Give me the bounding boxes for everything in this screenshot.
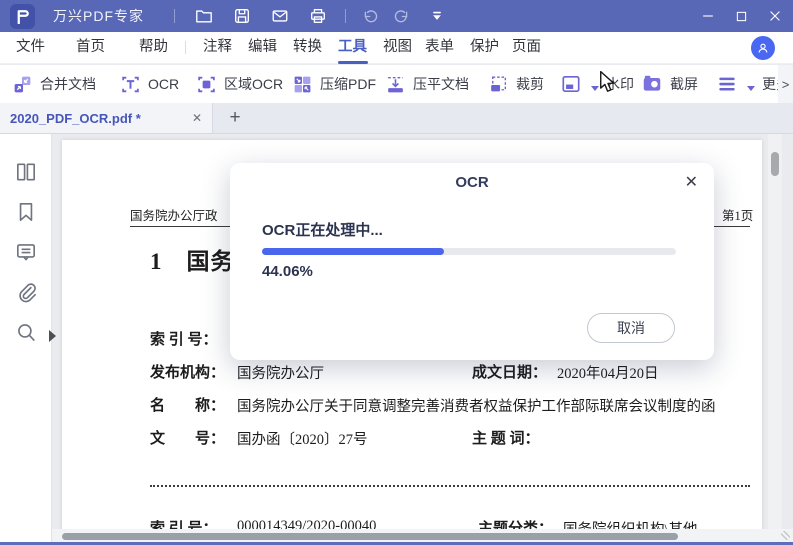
field-docnum-label: 文 号：	[150, 431, 226, 447]
horizontal-scrollbar[interactable]	[52, 529, 793, 543]
field-date-value: 2020年04月20日	[557, 366, 659, 382]
save-icon[interactable]	[233, 7, 251, 25]
merge-icon	[14, 76, 31, 92]
menubar: 文件 首页 帮助 注释 编辑 转换 工具 视图 表单 保护 页面	[0, 32, 793, 64]
cancel-button[interactable]: 取消	[587, 313, 675, 343]
menu-view[interactable]: 视图	[383, 32, 412, 64]
ocr-progress-fill	[262, 248, 445, 255]
overflow-chevron-icon: >	[781, 76, 790, 92]
menu-help[interactable]: 帮助	[139, 32, 168, 64]
field-name-value: 国务院办公厅关于同意调整完善消费者权益保护工作部际联席会议制度的函	[237, 399, 716, 415]
flatten-icon	[388, 76, 403, 92]
tools-toolbar: 合并文档 OCR 区域OCR 压缩PDF 压平文档 裁剪 水印 截屏 更多 >	[0, 65, 793, 103]
dialog-title: OCR	[455, 174, 489, 191]
crop-icon	[491, 75, 507, 91]
field-name-label: 名 称：	[150, 398, 226, 414]
ocr-icon	[122, 76, 139, 92]
watermark-button[interactable]: 水印	[560, 65, 634, 103]
titlebar-divider	[174, 9, 175, 23]
sidebar-expand-handle[interactable]	[49, 330, 56, 342]
account-avatar[interactable]	[751, 36, 775, 60]
menu-protect[interactable]: 保护	[470, 32, 499, 64]
tab-close-icon[interactable]: ✕	[192, 111, 202, 125]
bookmarks-icon[interactable]	[14, 200, 38, 224]
compress-icon	[294, 76, 311, 92]
titlebar-divider	[345, 9, 346, 23]
app-window: 万兴PDF专家 文件 首页 帮助 注释 编辑 转换 工具 视图 表单 保护 页面…	[0, 0, 793, 545]
customize-toolbar-icon[interactable]	[430, 9, 444, 23]
comments-icon[interactable]	[14, 240, 38, 264]
menu-divider	[185, 41, 186, 54]
dotted-separator	[150, 485, 750, 487]
crop-button[interactable]: 裁剪	[488, 65, 544, 103]
menu-home[interactable]: 首页	[76, 32, 105, 64]
mouse-cursor	[599, 70, 618, 98]
document-tab[interactable]: 2020_PDF_OCR.pdf * ✕	[0, 103, 213, 133]
merge-files-button[interactable]: 合并文档	[12, 65, 96, 103]
app-title: 万兴PDF专家	[53, 8, 144, 24]
page-header-right: 第1页	[722, 209, 754, 223]
left-sidebar	[0, 134, 52, 545]
menu-edit[interactable]: 编辑	[248, 32, 277, 64]
menu-form[interactable]: 表单	[425, 32, 454, 64]
field-publisher-value: 国务院办公厅	[237, 366, 324, 382]
screenshot-button[interactable]: 截屏	[641, 65, 698, 103]
watermark-dropdown-caret[interactable]	[591, 85, 599, 91]
thumbnails-icon[interactable]	[14, 160, 38, 184]
minimize-button[interactable]	[700, 8, 716, 24]
vertical-scrollbar-thumb[interactable]	[771, 152, 779, 176]
flatten-pdf-button[interactable]: 压平文档	[385, 65, 469, 103]
tabbar: 2020_PDF_OCR.pdf * ✕ +	[0, 103, 793, 134]
menu-page[interactable]: 页面	[512, 32, 541, 64]
ocr-status-text: OCR正在处理中...	[262, 222, 383, 239]
ocr-dialog: OCR ✕ OCR正在处理中... 44.06% 取消	[230, 163, 714, 360]
field-index-label: 索 引 号：	[150, 332, 218, 348]
screenshot-icon	[643, 75, 661, 91]
maximize-button[interactable]	[734, 9, 749, 24]
app-logo-icon	[10, 3, 35, 29]
field-docnum-value: 国办函〔2020〕27号	[237, 432, 368, 448]
page-header-left: 国务院办公厅政	[130, 209, 218, 223]
toolbar-overflow-button[interactable]: >	[778, 65, 793, 103]
field-publisher-label: 发布机构：	[150, 365, 226, 381]
attachments-icon[interactable]	[14, 280, 38, 304]
hamburger-icon	[719, 77, 735, 91]
resize-grip[interactable]	[781, 531, 790, 540]
print-icon[interactable]	[309, 7, 327, 25]
search-icon[interactable]	[14, 320, 38, 344]
menu-file[interactable]: 文件	[16, 32, 45, 64]
menu-convert[interactable]: 转换	[293, 32, 322, 64]
ocr-button[interactable]: OCR	[120, 65, 179, 103]
area-ocr-button[interactable]: 区域OCR	[196, 65, 283, 103]
field-date-label: 成文日期：	[472, 365, 548, 381]
close-button[interactable]	[767, 8, 783, 24]
undo-icon[interactable]	[362, 8, 379, 25]
menu-tools[interactable]: 工具	[337, 32, 368, 64]
vertical-scrollbar[interactable]	[768, 134, 782, 529]
field-keywords-label: 主 题 词：	[472, 431, 540, 447]
new-tab-button[interactable]: +	[222, 103, 248, 133]
active-menu-underline	[337, 60, 368, 64]
tab-title: 2020_PDF_OCR.pdf *	[10, 110, 141, 126]
dialog-close-icon[interactable]: ✕	[685, 172, 698, 192]
ocr-progress-percent: 44.06%	[262, 263, 313, 280]
email-icon[interactable]	[271, 7, 289, 25]
titlebar: 万兴PDF专家	[0, 0, 793, 32]
more-dropdown-caret[interactable]	[747, 85, 755, 91]
horizontal-scrollbar-thumb[interactable]	[62, 533, 678, 540]
menu-comment[interactable]: 注释	[203, 32, 232, 64]
redo-icon[interactable]	[393, 8, 410, 25]
area-ocr-icon	[198, 76, 215, 92]
compress-pdf-button[interactable]: 压缩PDF	[292, 65, 376, 103]
ocr-progress-bar	[262, 248, 676, 255]
open-file-icon[interactable]	[195, 7, 213, 25]
watermark-icon	[562, 76, 580, 92]
